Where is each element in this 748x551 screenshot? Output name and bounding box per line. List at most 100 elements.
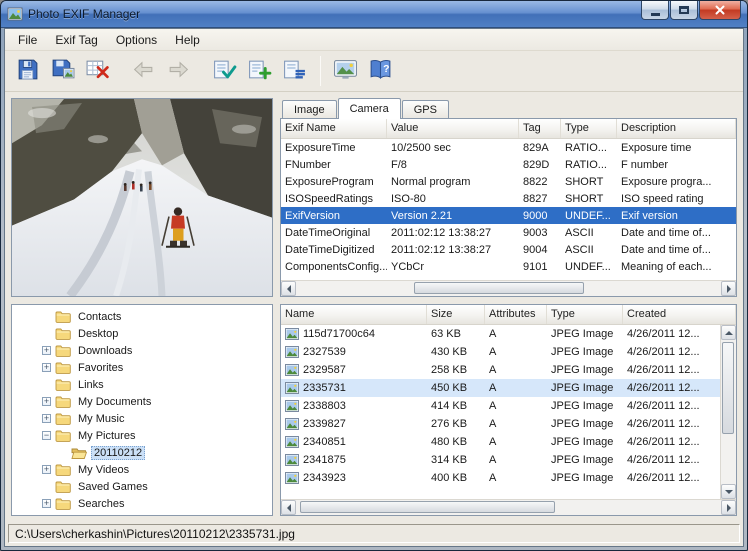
- scrollbar-thumb[interactable]: [300, 501, 555, 513]
- exif-column-header[interactable]: Type: [561, 119, 617, 138]
- edit-tag-button[interactable]: [207, 55, 242, 88]
- file-column-header[interactable]: Name: [281, 305, 427, 324]
- delete-exif-button[interactable]: [80, 55, 115, 88]
- exif-horizontal-scrollbar[interactable]: [281, 280, 736, 296]
- image-viewer-button[interactable]: [328, 55, 363, 88]
- save-exif-button[interactable]: [10, 55, 45, 88]
- scroll-right-button[interactable]: [721, 500, 736, 515]
- scroll-right-button[interactable]: [721, 281, 736, 296]
- status-bar: C:\Users\cherkashin\Pictures\20110212\23…: [5, 522, 743, 546]
- exif-cell: F number: [617, 159, 736, 171]
- tree-expander[interactable]: −: [42, 431, 51, 440]
- file-row[interactable]: 2329587258 KBAJPEG Image4/26/2011 12...: [281, 361, 720, 379]
- scroll-left-button[interactable]: [281, 500, 296, 515]
- file-column-header[interactable]: Type: [547, 305, 623, 324]
- exif-row[interactable]: ExposureTime10/2500 sec829ARATIO...Expos…: [281, 139, 736, 156]
- exif-row[interactable]: ExposureProgramNormal program8822SHORTEx…: [281, 173, 736, 190]
- exif-column-header[interactable]: Description: [617, 119, 736, 138]
- scrollbar-track[interactable]: [296, 281, 721, 296]
- exif-row[interactable]: ComponentsConfig...YCbCr9101UNDEF...Mean…: [281, 258, 736, 275]
- exif-row[interactable]: ISOSpeedRatingsISO-808827SHORTISO speed …: [281, 190, 736, 207]
- next-image-button[interactable]: [161, 55, 196, 88]
- exif-cell: ISO-80: [387, 193, 519, 205]
- tree-expander[interactable]: +: [42, 346, 51, 355]
- tab-gps[interactable]: GPS: [402, 100, 449, 119]
- minimize-button[interactable]: [641, 1, 669, 20]
- file-row[interactable]: 2341875314 KBAJPEG Image4/26/2011 12...: [281, 451, 720, 469]
- file-vertical-scrollbar[interactable]: [720, 325, 736, 499]
- tree-expander[interactable]: +: [42, 414, 51, 423]
- file-row[interactable]: 2340851480 KBAJPEG Image4/26/2011 12...: [281, 433, 720, 451]
- menu-file[interactable]: File: [9, 29, 46, 50]
- file-column-header[interactable]: Size: [427, 305, 485, 324]
- menu-help[interactable]: Help: [166, 29, 209, 50]
- tree-expander[interactable]: +: [42, 465, 51, 474]
- exif-column-header[interactable]: Tag: [519, 119, 561, 138]
- arrow-left-icon: [287, 504, 291, 512]
- tab-camera[interactable]: Camera: [338, 98, 401, 119]
- file-cell: 4/26/2011 12...: [623, 436, 720, 448]
- window-controls: [640, 1, 741, 20]
- add-tag-button[interactable]: [242, 55, 277, 88]
- help-button[interactable]: ?: [363, 55, 398, 88]
- tree-expander-blank: [58, 448, 67, 457]
- exif-cell: ASCII: [561, 244, 617, 256]
- folder-tree: ContactsDesktop+Downloads+FavoritesLinks…: [11, 304, 273, 516]
- exif-column-header[interactable]: Exif Name: [281, 119, 387, 138]
- scrollbar-track[interactable]: [721, 340, 736, 484]
- file-cell: 2335731: [281, 382, 427, 394]
- tree-item-desktop[interactable]: Desktop: [12, 325, 272, 342]
- close-button[interactable]: [699, 1, 741, 20]
- save-image-button[interactable]: [45, 55, 80, 88]
- tree-expander[interactable]: +: [42, 499, 51, 508]
- file-column-header[interactable]: Attributes: [485, 305, 547, 324]
- maximize-button[interactable]: [670, 1, 698, 20]
- exif-column-header[interactable]: Value: [387, 119, 519, 138]
- photo-preview: [11, 98, 273, 297]
- file-cell: 400 KB: [427, 472, 485, 484]
- file-name: 2341875: [303, 454, 346, 466]
- tree-expander[interactable]: +: [42, 363, 51, 372]
- exif-row[interactable]: ExifVersionVersion 2.219000UNDEF...Exif …: [281, 207, 736, 224]
- file-row[interactable]: 2327539430 KBAJPEG Image4/26/2011 12...: [281, 343, 720, 361]
- tree-item-my-videos[interactable]: +My Videos: [12, 461, 272, 478]
- tree-item-searches[interactable]: +Searches: [12, 495, 272, 512]
- file-row[interactable]: 2339827276 KBAJPEG Image4/26/2011 12...: [281, 415, 720, 433]
- tree-item-favorites[interactable]: +Favorites: [12, 359, 272, 376]
- tree-item-my-pictures[interactable]: −My Pictures: [12, 427, 272, 444]
- menu-exif-tag[interactable]: Exif Tag: [46, 29, 106, 50]
- tag-list-button[interactable]: [277, 55, 312, 88]
- previous-image-button[interactable]: [126, 55, 161, 88]
- exif-panel: ImageCameraGPS Exif NameValueTagTypeDesc…: [280, 98, 737, 297]
- tree-item-contacts[interactable]: Contacts: [12, 308, 272, 325]
- file-row[interactable]: 2338803414 KBAJPEG Image4/26/2011 12...: [281, 397, 720, 415]
- exif-row[interactable]: FNumberF/8829DRATIO...F number: [281, 156, 736, 173]
- tree-item-my-documents[interactable]: +My Documents: [12, 393, 272, 410]
- exif-row[interactable]: DateTimeOriginal2011:02:12 13:38:279003A…: [281, 224, 736, 241]
- menu-options[interactable]: Options: [107, 29, 166, 50]
- file-row[interactable]: 2343923400 KBAJPEG Image4/26/2011 12...: [281, 469, 720, 487]
- exif-row[interactable]: DateTimeDigitized2011:02:12 13:38:279004…: [281, 241, 736, 258]
- tree-item-20110212[interactable]: 20110212: [12, 444, 272, 461]
- scroll-left-button[interactable]: [281, 281, 296, 296]
- scroll-down-button[interactable]: [721, 484, 736, 499]
- file-horizontal-scrollbar[interactable]: [281, 499, 736, 515]
- tree-item-my-music[interactable]: +My Music: [12, 410, 272, 427]
- scrollbar-track[interactable]: [296, 500, 721, 515]
- tree-item-saved-games[interactable]: Saved Games: [12, 478, 272, 495]
- exif-cell: 9003: [519, 227, 561, 239]
- tree-item-links[interactable]: Links: [12, 376, 272, 393]
- tab-image[interactable]: Image: [282, 100, 337, 119]
- toolbar-group: [10, 55, 115, 88]
- tree-item-downloads[interactable]: +Downloads: [12, 342, 272, 359]
- file-cell: 4/26/2011 12...: [623, 400, 720, 412]
- file-column-header[interactable]: Created: [623, 305, 736, 324]
- file-row[interactable]: 2335731450 KBAJPEG Image4/26/2011 12...: [281, 379, 720, 397]
- file-row[interactable]: 115d71700c6463 KBAJPEG Image4/26/2011 12…: [281, 325, 720, 343]
- toolbar-group: ?: [328, 55, 398, 88]
- title-bar[interactable]: Photo EXIF Manager: [1, 1, 747, 28]
- tree-expander[interactable]: +: [42, 397, 51, 406]
- scrollbar-thumb[interactable]: [414, 282, 584, 294]
- scrollbar-thumb[interactable]: [722, 342, 734, 434]
- scroll-up-button[interactable]: [721, 325, 736, 340]
